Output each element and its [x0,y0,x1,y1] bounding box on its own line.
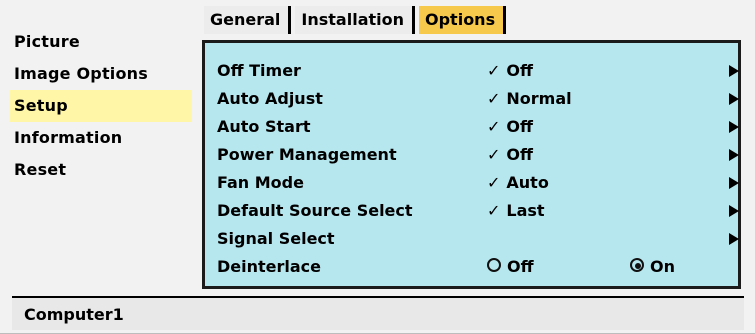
right-arrow-icon[interactable] [729,177,739,189]
source-label: Computer1 [24,305,124,324]
status-bar: Computer1 [12,296,744,330]
setting-value: ✓ Auto [487,169,549,197]
right-arrow-icon[interactable] [729,205,739,217]
options-panel: Off Timer ✓ Off Auto Adjust ✓ Normal Auto … [202,40,741,289]
tab-options[interactable]: Options [419,6,507,34]
setting-row-auto-adjust[interactable]: Auto Adjust ✓ Normal [217,85,739,113]
menu-window: Picture Image Options Setup Information … [0,0,755,334]
setting-label: Deinterlace [217,257,322,276]
check-icon: ✓ [487,117,501,136]
menu-item-image-options[interactable]: Image Options [10,58,192,90]
radio-on[interactable] [630,258,644,272]
setting-row-deinterlace: Deinterlace Off On [217,253,737,281]
tab-installation[interactable]: Installation [295,6,415,34]
setting-value: ✓ Off [487,57,533,85]
menu-item-picture[interactable]: Picture [10,26,192,58]
radio-off-label: Off [507,257,534,276]
setting-label: Fan Mode [217,173,304,192]
setting-value-text: Auto [506,173,549,192]
setting-label: Auto Start [217,117,311,136]
setting-row-power-management[interactable]: Power Management ✓ Off [217,141,739,169]
tab-general[interactable]: General [204,6,292,34]
tab-label: Installation [301,10,404,29]
setting-value: ✓ Normal [487,85,572,113]
setting-value: ✓ Off [487,141,533,169]
setting-value-text: Normal [506,89,572,108]
setting-value: ✓ Last [487,197,545,225]
menu-item-label: Image Options [14,64,148,83]
setting-row-auto-start[interactable]: Auto Start ✓ Off [217,113,739,141]
tab-bar: General Installation Options [204,6,510,36]
setting-value-text: Off [506,117,533,136]
setting-row-default-source-select[interactable]: Default Source Select ✓ Last [217,197,739,225]
right-arrow-icon[interactable] [729,121,739,133]
setting-label: Off Timer [217,61,301,80]
setting-label: Auto Adjust [217,89,323,108]
menu-item-label: Reset [14,160,67,179]
left-menu: Picture Image Options Setup Information … [10,26,192,186]
right-arrow-icon[interactable] [729,233,739,245]
setting-label: Signal Select [217,229,335,248]
radio-on-label: On [650,257,675,276]
menu-item-information[interactable]: Information [10,122,192,154]
radio-off[interactable] [487,258,501,272]
check-icon: ✓ [487,145,501,164]
setting-label: Default Source Select [217,201,413,220]
setting-label: Power Management [217,145,397,164]
menu-item-label: Picture [14,32,80,51]
setting-value: ✓ Off [487,113,533,141]
setting-row-off-timer[interactable]: Off Timer ✓ Off [217,57,739,85]
menu-item-label: Setup [14,96,68,115]
menu-item-setup[interactable]: Setup [10,90,192,122]
tab-label: Options [425,10,496,29]
menu-item-label: Information [14,128,123,147]
setting-value-text: Last [506,201,545,220]
check-icon: ✓ [487,89,501,108]
check-icon: ✓ [487,201,501,220]
menu-item-reset[interactable]: Reset [10,154,192,186]
check-icon: ✓ [487,173,501,192]
setting-value-text: Off [506,145,533,164]
right-arrow-icon[interactable] [729,149,739,161]
right-arrow-icon[interactable] [729,93,739,105]
check-icon: ✓ [487,61,501,80]
setting-row-signal-select[interactable]: Signal Select [217,225,739,253]
setting-row-fan-mode[interactable]: Fan Mode ✓ Auto [217,169,739,197]
setting-value-text: Off [506,61,533,80]
tab-label: General [210,10,281,29]
right-arrow-icon[interactable] [729,65,739,77]
